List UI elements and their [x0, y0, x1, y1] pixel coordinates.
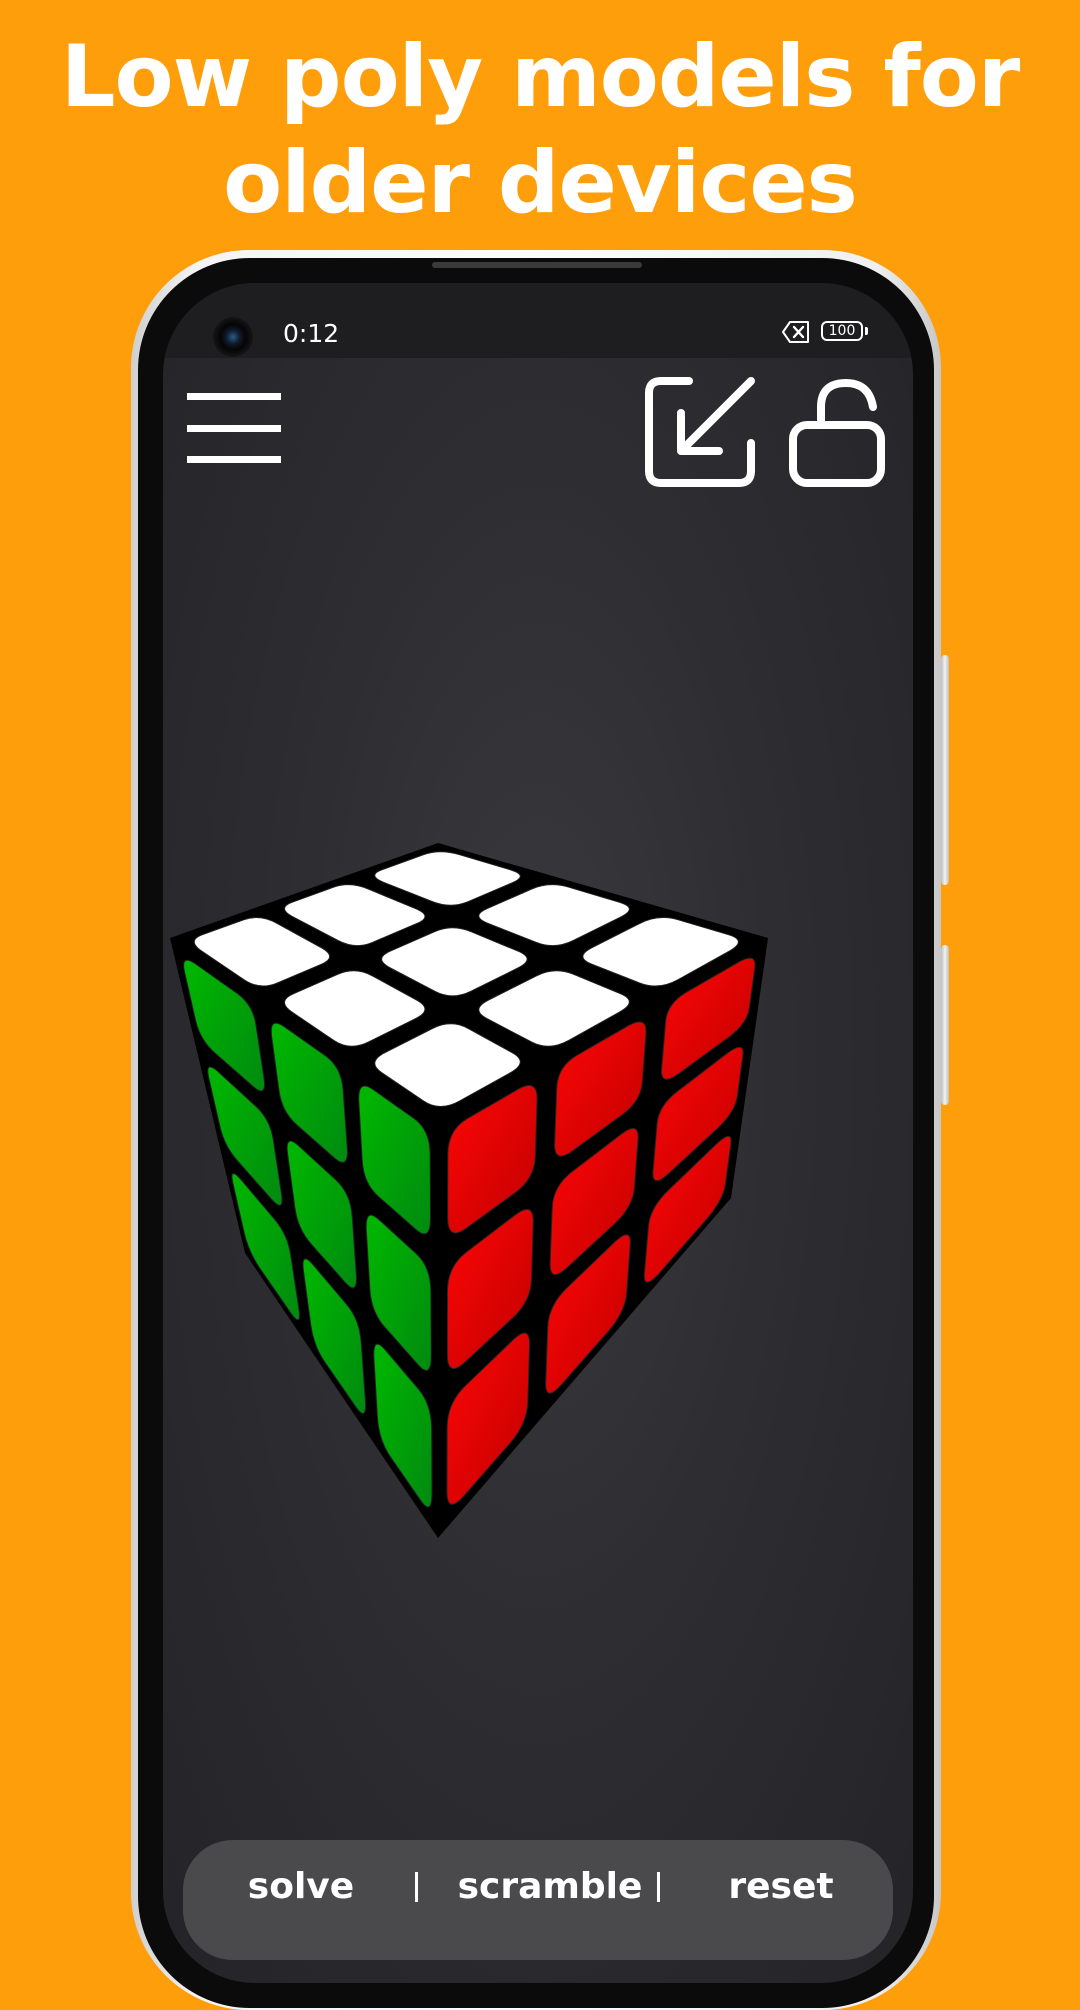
lock-button[interactable] [789, 373, 889, 491]
divider [657, 1872, 660, 1902]
volume-button [941, 655, 949, 885]
headline-line-1: Low poly models for [60, 27, 1021, 127]
menu-button[interactable] [187, 393, 283, 463]
battery-icon: 100 [821, 321, 863, 341]
battery-tip [865, 327, 868, 335]
divider [415, 1872, 418, 1902]
power-button [941, 945, 949, 1105]
rubiks-cube [170, 843, 768, 1538]
exit-fullscreen-button[interactable] [641, 373, 759, 491]
no-sim-icon [782, 321, 809, 343]
earpiece-slit [432, 262, 642, 268]
unlock-icon [789, 378, 885, 487]
headline-line-2: older devices [223, 133, 858, 233]
cube-viewport[interactable] [163, 843, 913, 1543]
exit-fullscreen-icon [645, 377, 755, 487]
scramble-button[interactable]: scramble [439, 1866, 661, 1907]
status-bar: 0:12 100 [163, 283, 913, 358]
reset-button[interactable]: reset [693, 1866, 869, 1907]
camera-icon [213, 317, 253, 357]
control-bar: solve scramble reset [183, 1840, 893, 1960]
phone-screen: 0:12 100 solve scramble reset [163, 283, 913, 1983]
headline: Low poly models for older devices [0, 24, 1080, 236]
status-time: 0:12 [283, 319, 340, 348]
solve-button[interactable]: solve [213, 1866, 389, 1907]
